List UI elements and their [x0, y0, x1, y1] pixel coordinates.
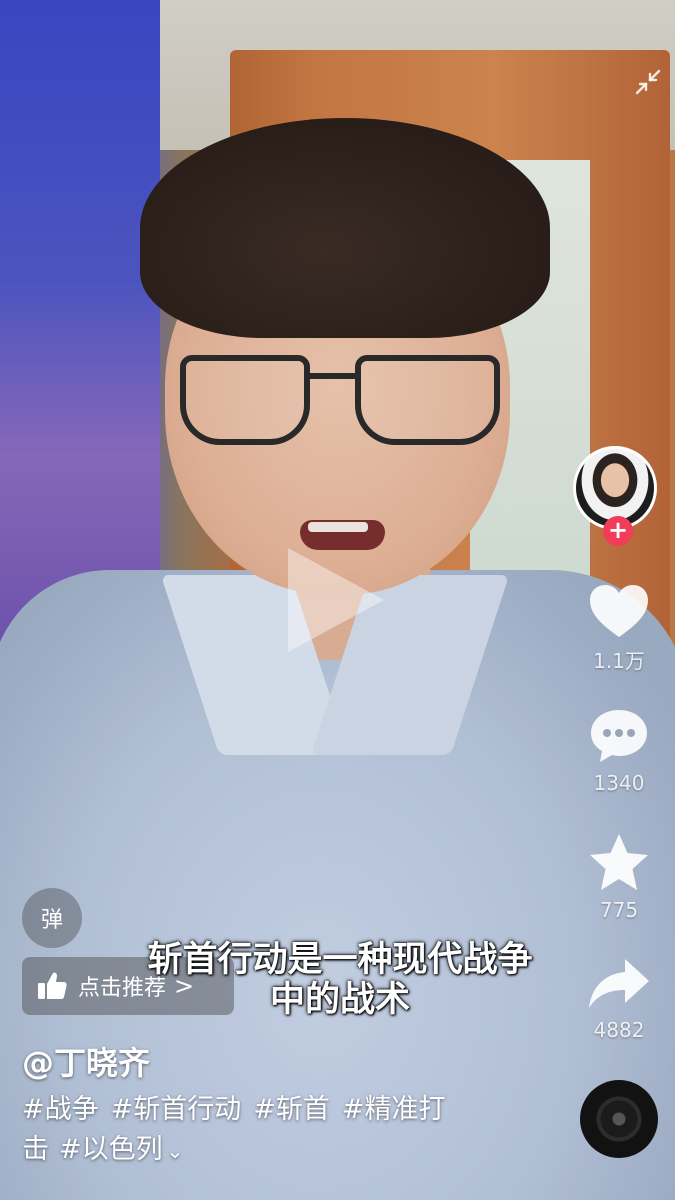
danmu-toggle-button[interactable]: 弹	[22, 888, 82, 948]
comment-button[interactable]: 1340	[574, 707, 664, 795]
follow-button[interactable]: +	[603, 516, 633, 546]
hashtag[interactable]: #以色列	[59, 1134, 163, 1165]
subtitle-line-1: 斩首行动是一种现代战争	[147, 940, 533, 980]
hashtag-continuation[interactable]: 击	[22, 1134, 49, 1165]
chevron-down-icon[interactable]: ⌄	[167, 1139, 184, 1163]
music-disc-icon[interactable]	[580, 1080, 658, 1158]
like-count: 1.1万	[593, 649, 645, 673]
star-icon	[590, 834, 648, 890]
thumbs-up-icon	[38, 972, 67, 999]
author-avatar-group[interactable]: +	[573, 446, 661, 546]
author-username[interactable]: @丁晓齐	[22, 1038, 150, 1084]
video-player[interactable]: + 1.1万 1340 775 4882 弹 点击推荐 > 斩首行动是一种现代战…	[0, 0, 675, 1200]
collapse-icon[interactable]	[628, 62, 668, 102]
comment-icon	[591, 710, 647, 762]
favorite-count: 775	[599, 898, 639, 922]
hashtag[interactable]: #精准打	[342, 1094, 446, 1125]
hashtag-list: #战争 #斩首行动 #斩首 #精准打击 #以色列 ⌄	[22, 1090, 522, 1171]
hashtag[interactable]: #战争	[22, 1094, 99, 1125]
video-subtitle: 斩首行动是一种现代战争 中的战术	[95, 940, 585, 1020]
danmu-label: 弹	[40, 908, 63, 933]
hashtag[interactable]: #斩首行动	[111, 1094, 242, 1125]
like-button[interactable]: 1.1万	[574, 583, 664, 674]
hashtag[interactable]: #斩首	[253, 1094, 330, 1125]
favorite-button[interactable]: 775	[574, 832, 664, 922]
share-count: 4882	[593, 1018, 645, 1042]
share-icon	[589, 959, 649, 1008]
heart-icon	[590, 585, 648, 637]
play-icon[interactable]	[288, 548, 384, 652]
subtitle-line-2: 中的战术	[269, 980, 410, 1020]
share-button[interactable]: 4882	[574, 956, 664, 1042]
comment-count: 1340	[593, 771, 645, 795]
